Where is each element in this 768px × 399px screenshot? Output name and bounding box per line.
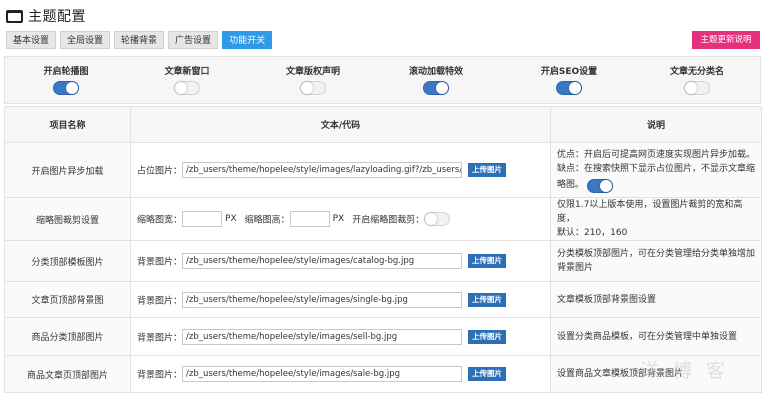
- upload-image-button[interactable]: 上传图片: [468, 163, 507, 177]
- sale-bg-input[interactable]: /zb_users/theme/hopelee/style/images/sal…: [182, 366, 463, 382]
- column-header-desc: 说明: [550, 106, 762, 143]
- desc-line: 优点：开启后可提高网页速度实现图片异步加载。: [557, 149, 756, 160]
- tab-global-settings[interactable]: 全局设置: [60, 31, 111, 49]
- field-label: 背景图片：: [137, 370, 183, 381]
- row-code: 背景图片：/zb_users/theme/hopelee/style/image…: [130, 317, 551, 356]
- thumb-width-input[interactable]: [182, 211, 223, 227]
- switch-copyright-label: 文章版权声明: [285, 67, 340, 77]
- table-row: 文章页顶部背景图 背景图片：/zb_users/theme/hopelee/st…: [4, 281, 762, 318]
- crop-toggle[interactable]: [424, 212, 451, 226]
- desc-line: 默认：210，160: [557, 228, 628, 238]
- toggle-knob: [425, 213, 438, 225]
- switch-carousel-toggle[interactable]: [53, 81, 79, 95]
- page-title: 主题配置: [28, 9, 86, 25]
- tab-bar: 基本设置 全局设置 轮播背景 广告设置 功能开关: [6, 31, 276, 49]
- column-header-name: 项目名称: [4, 106, 131, 143]
- window-icon: [6, 9, 23, 23]
- row-name: 分类顶部模板图片: [4, 240, 131, 282]
- row-desc: 仅限1.7以上版本使用，设置图片裁剪的宽和高度， 默认：210，160: [550, 197, 762, 241]
- row-desc: 优点：开启后可提高网页速度实现图片异步加载。 缺点：在搜索快照下显示占位图片，不…: [550, 142, 762, 198]
- desc-line: 文章模板顶部背景图设置: [557, 294, 657, 305]
- tab-carousel-background[interactable]: 轮播背景: [114, 31, 165, 49]
- row-code: 背景图片：/zb_users/theme/hopelee/style/image…: [130, 355, 551, 393]
- row-desc: 文章模板顶部背景图设置: [550, 281, 762, 318]
- tab-ad-settings[interactable]: 广告设置: [168, 31, 219, 49]
- switch-copyright-toggle[interactable]: [300, 81, 326, 95]
- field-label: 背景图片：: [137, 257, 183, 268]
- upload-image-button[interactable]: 上传图片: [468, 367, 507, 381]
- feature-switch-panel: 开启轮播图 文章新窗口 文章版权声明 滚动加载特效 开启SEO设置 文章无分类名: [4, 56, 761, 104]
- tab-feature-switches[interactable]: 功能开关: [222, 31, 273, 49]
- sell-bg-input[interactable]: /zb_users/theme/hopelee/style/images/sel…: [182, 328, 463, 345]
- theme-update-notes-button[interactable]: 主题更新说明: [692, 31, 760, 49]
- title-bar: 主题配置: [6, 5, 86, 27]
- upload-image-button[interactable]: 上传图片: [468, 254, 507, 268]
- desc-line: 设置分类商品模板，可在分类管理中单独设置: [557, 331, 738, 342]
- thumb-height-input[interactable]: [289, 211, 330, 227]
- row-name: 商品分类顶部图片: [4, 317, 131, 356]
- toggle-knob: [301, 82, 313, 94]
- field-label: 背景图片：: [137, 296, 183, 306]
- switch-carousel: 开启轮播图: [16, 66, 116, 95]
- table-header-row: 项目名称 文本/代码 说明: [4, 106, 762, 143]
- switch-seo: 开启SEO设置: [519, 66, 619, 95]
- row-desc: 设置分类商品模板，可在分类管理中单独设置: [550, 317, 762, 356]
- placeholder-image-input[interactable]: /zb_users/theme/hopelee/style/images/laz…: [182, 162, 463, 178]
- toggle-knob: [569, 82, 581, 94]
- tab-basic-settings[interactable]: 基本设置: [6, 31, 57, 49]
- desc-line: 仅限1.7以上版本使用，设置图片裁剪的宽和高度，: [557, 200, 743, 224]
- switch-copyright: 文章版权声明: [263, 66, 363, 95]
- row-name: 文章页顶部背景图: [4, 281, 131, 318]
- column-header-code: 文本/代码: [130, 106, 551, 143]
- row-code: 缩略图宽： PX 缩略图高： PX 开启缩略图裁剪：: [130, 197, 551, 241]
- catalog-bg-input[interactable]: /zb_users/theme/hopelee/style/images/cat…: [182, 253, 463, 269]
- field-label: 占位图片：: [137, 166, 183, 177]
- width-unit: PX: [225, 214, 237, 224]
- toggle-knob: [175, 82, 187, 94]
- row-name: 缩略图裁剪设置: [4, 197, 131, 241]
- row-name: 开启图片异步加载: [4, 142, 131, 198]
- toggle-knob: [599, 179, 612, 192]
- switch-new-window-toggle[interactable]: [174, 81, 200, 95]
- table-row: 商品分类顶部图片 背景图片：/zb_users/theme/hopelee/st…: [4, 317, 762, 356]
- row-desc: 分类模板顶部图片，可在分类管理给分类单独增加 背景图片: [550, 240, 762, 282]
- switch-seo-label: 开启SEO设置: [540, 67, 598, 77]
- row-code: 占位图片：/zb_users/theme/hopelee/style/image…: [130, 142, 551, 198]
- upload-image-button[interactable]: 上传图片: [468, 292, 507, 307]
- switch-scroll-effect: 滚动加载特效: [386, 66, 486, 95]
- switch-scroll-effect-toggle[interactable]: [423, 81, 449, 95]
- toggle-knob: [436, 82, 448, 94]
- switch-no-category-label: 文章无分类名: [669, 67, 724, 77]
- height-unit: PX: [332, 214, 345, 224]
- desc-line: 缺点：在搜索快照下显示占位图片，不显示文章缩略图。: [557, 162, 755, 193]
- table-row: 缩略图裁剪设置 缩略图宽： PX 缩略图高： PX 开启缩略图裁剪： 仅限1.7以上版本…: [4, 197, 762, 241]
- field-label: 背景图片：: [137, 333, 183, 343]
- crop-label: 开启缩略图裁剪：: [352, 215, 425, 226]
- switch-seo-toggle[interactable]: [556, 81, 582, 95]
- switch-scroll-effect-label: 滚动加载特效: [408, 67, 463, 77]
- thumb-height-label: 缩略图高：: [244, 215, 290, 226]
- switch-no-category-toggle[interactable]: [684, 81, 710, 95]
- watermark: 洋 博 客: [640, 360, 730, 382]
- switch-new-window-label: 文章新窗口: [164, 67, 210, 77]
- settings-table: 项目名称 文本/代码 说明 开启图片异步加载 占位图片：/zb_users/th…: [4, 106, 762, 393]
- row-name: 商品文章页顶部图片: [4, 355, 131, 393]
- row-code: 背景图片：/zb_users/theme/hopelee/style/image…: [130, 281, 551, 318]
- table-row: 开启图片异步加载 占位图片：/zb_users/theme/hopelee/st…: [4, 142, 762, 198]
- lazyload-toggle[interactable]: [586, 178, 613, 193]
- single-bg-input[interactable]: /zb_users/theme/hopelee/style/images/sin…: [182, 291, 463, 308]
- switch-carousel-label: 开启轮播图: [43, 67, 89, 77]
- row-code: 背景图片：/zb_users/theme/hopelee/style/image…: [130, 240, 551, 282]
- desc-line: 分类模板顶部图片，可在分类管理给分类单独增加: [557, 249, 756, 259]
- switch-no-category: 文章无分类名: [647, 66, 747, 95]
- toggle-knob: [66, 82, 78, 94]
- table-row: 分类顶部模板图片 背景图片：/zb_users/theme/hopelee/st…: [4, 240, 762, 282]
- thumb-width-label: 缩略图宽：: [137, 215, 183, 226]
- upload-image-button[interactable]: 上传图片: [468, 329, 507, 344]
- toggle-knob: [685, 82, 697, 94]
- switch-new-window: 文章新窗口: [137, 66, 237, 95]
- desc-line: 背景图片: [557, 263, 594, 273]
